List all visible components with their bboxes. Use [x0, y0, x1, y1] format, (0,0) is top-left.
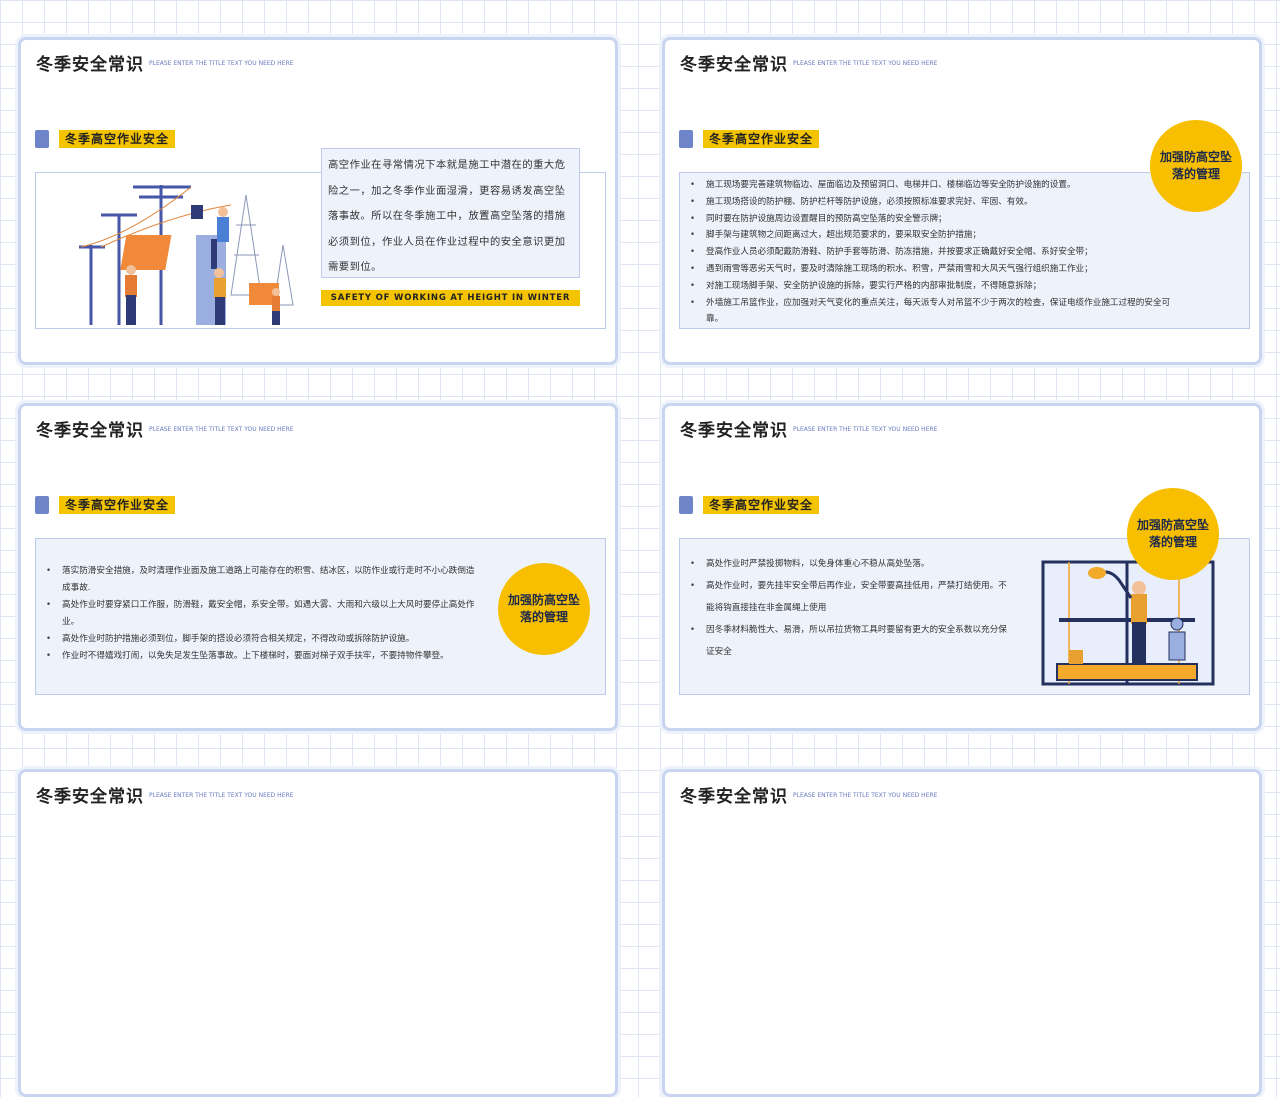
highlight-circle: 加强防高空坠落的管理 — [498, 563, 590, 655]
highlight-circle-label: 加强防高空坠落的管理 — [1136, 518, 1209, 549]
list-item: 登高作业人员必须配戴防滑鞋、防护手套等防滑、防冻措施，并按要求正确戴好安全帽、系… — [690, 244, 1177, 261]
slide-subtitle: PLEASE ENTER THE TITLE TEXT YOU NEED HER… — [149, 60, 294, 67]
highlight-circle-label: 加强防高空坠落的管理 — [507, 593, 580, 624]
list-item: 对施工现场脚手架、安全防护设施的拆除，要实行严格的内部审批制度，不得随意拆除； — [690, 278, 1177, 295]
list-item: 遇到雨雪等恶劣天气时，要及时清除施工现场的积水、积雪，严禁雨雪和大风天气强行组织… — [690, 261, 1177, 278]
list-item: 脚手架与建筑物之间距离过大，超出规范要求的，要采取安全防护措施； — [690, 227, 1177, 244]
slide-card-6[interactable]: 冬季安全常识 PLEASE ENTER THE TITLE TEXT YOU N… — [662, 769, 1262, 1097]
list-item: 施工现场要完善建筑物临边、屋面临边及预留洞口、电梯井口、楼梯临边等安全防护设施的… — [690, 177, 1177, 194]
list-item: 同时要在防护设施周边设置醒目的预防高空坠落的安全警示牌； — [690, 211, 1177, 228]
slide-title: 冬季安全常识 — [680, 55, 788, 75]
slide-title: 冬季安全常识 — [680, 787, 788, 807]
list-item: 高处作业时要穿紧口工作服，防滑鞋，戴安全帽，系安全带。如遇大雾、大雨和六级以上大… — [46, 597, 480, 631]
slide-card-2[interactable]: 冬季安全常识 PLEASE ENTER THE TITLE TEXT YOU N… — [662, 37, 1262, 365]
slide-subtitle: PLEASE ENTER THE TITLE TEXT YOU NEED HER… — [149, 792, 294, 799]
section-tag: 冬季高空作业安全 — [703, 496, 820, 514]
slide-title: 冬季安全常识 — [680, 421, 788, 441]
slide-title: 冬季安全常识 — [36, 421, 144, 441]
section-marker — [35, 130, 49, 148]
list-item: 作业时不得嬉戏打闹，以免失足发生坠落事故。上下楼梯时，要面对梯子双手扶牢，不要持… — [46, 648, 480, 665]
list-item: 高处作业时，要先挂牢安全带后再作业，安全带要高挂低用，严禁打结使用。不能将钩直接… — [690, 575, 1009, 619]
section-marker — [35, 496, 49, 514]
intro-paragraph: 高空作业在寻常情况下本就是施工中潜在的重大危险之一，加之冬季作业面湿滑，更容易诱… — [321, 148, 580, 278]
highlight-circle-label: 加强防高空坠落的管理 — [1159, 150, 1232, 181]
highlight-circle: 加强防高空坠落的管理 — [1150, 120, 1242, 212]
section-tag: 冬季高空作业安全 — [703, 130, 820, 148]
list-item: 落实防滑安全措施，及时清理作业面及施工道路上可能存在的积雪、结冰区，以防作业或行… — [46, 563, 480, 597]
slide-card-1[interactable]: 冬季安全常识 PLEASE ENTER THE TITLE TEXT YOU N… — [18, 37, 618, 365]
list-item: 高处作业时防护措施必须到位，脚手架的搭设必须符合相关规定，不得改动或拆除防护设施… — [46, 631, 480, 648]
slide-subtitle: PLEASE ENTER THE TITLE TEXT YOU NEED HER… — [793, 426, 938, 433]
list-item: 外墙施工吊篮作业，应加强对天气变化的重点关注，每天派专人对吊篮不少于两次的检查，… — [690, 295, 1177, 329]
slide-title: 冬季安全常识 — [36, 55, 144, 75]
section-tag: 冬季高空作业安全 — [59, 496, 176, 514]
english-banner: SAFETY OF WORKING AT HEIGHT IN WINTER — [321, 290, 580, 306]
section-marker — [679, 496, 693, 514]
slide-subtitle: PLEASE ENTER THE TITLE TEXT YOU NEED HER… — [793, 792, 938, 799]
slide-title: 冬季安全常识 — [36, 787, 144, 807]
slide-card-5[interactable]: 冬季安全常识 PLEASE ENTER THE TITLE TEXT YOU N… — [18, 769, 618, 1097]
slide-subtitle: PLEASE ENTER THE TITLE TEXT YOU NEED HER… — [149, 426, 294, 433]
list-item: 施工现场搭设的防护棚、防护栏杆等防护设施，必须按照标准要求完好、牢固、有效。 — [690, 194, 1177, 211]
list-item: 因冬季材料脆性大、易滑，所以吊拉货物工具时要留有更大的安全系数以充分保证安全 — [690, 619, 1009, 663]
slide-card-4[interactable]: 冬季安全常识 PLEASE ENTER THE TITLE TEXT YOU N… — [662, 403, 1262, 731]
highlight-circle: 加强防高空坠落的管理 — [1127, 488, 1219, 580]
gondola-worker-illustration — [1041, 560, 1215, 686]
section-tag: 冬季高空作业安全 — [59, 130, 176, 148]
slide-card-3[interactable]: 冬季安全常识 PLEASE ENTER THE TITLE TEXT YOU N… — [18, 403, 618, 731]
power-line-workers-illustration — [79, 185, 294, 325]
section-marker — [679, 130, 693, 148]
slide-subtitle: PLEASE ENTER THE TITLE TEXT YOU NEED HER… — [793, 60, 938, 67]
list-item: 高处作业时严禁投掷物料，以免身体重心不稳从高处坠落。 — [690, 553, 1009, 575]
